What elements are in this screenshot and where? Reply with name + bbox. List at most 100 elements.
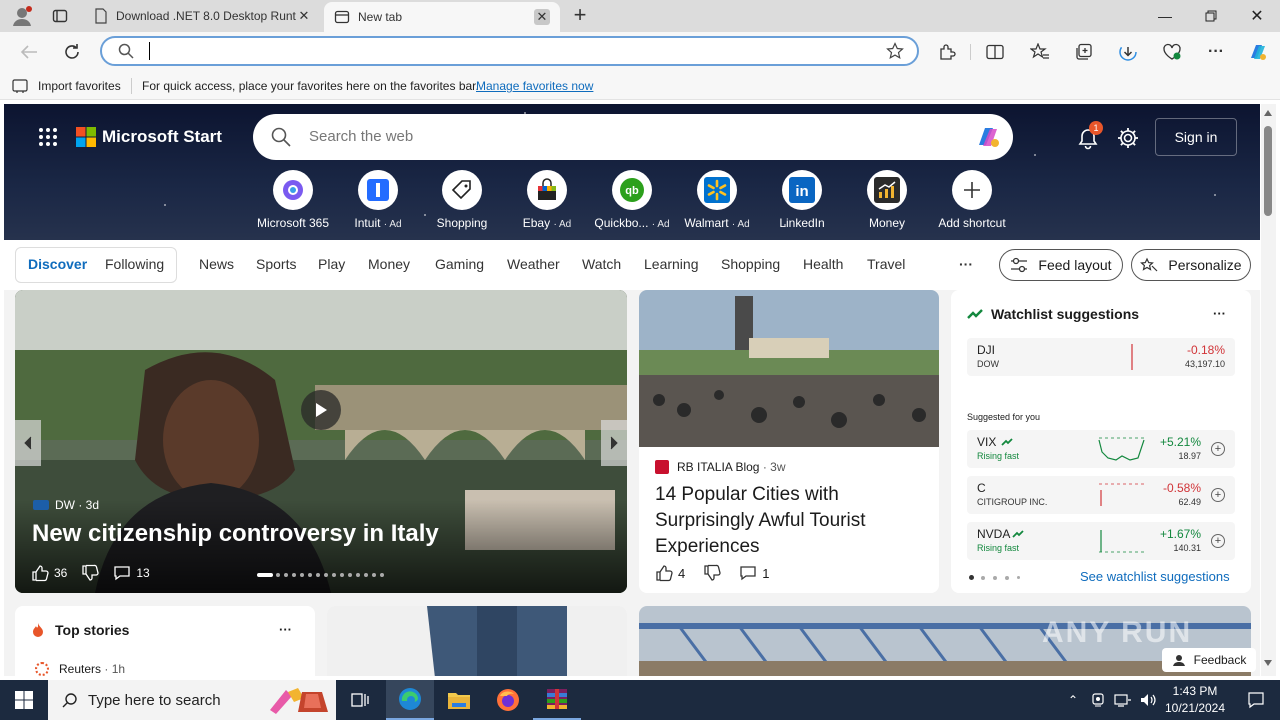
add-favorite-star-icon[interactable]	[886, 42, 904, 60]
shortcut-intuit[interactable]: Intuit · Ad	[336, 170, 420, 230]
tab-actions-icon[interactable]	[52, 8, 68, 24]
restore-icon[interactable]	[1188, 0, 1234, 32]
close-tab-icon[interactable]: ✕	[534, 9, 550, 25]
add-to-watchlist-icon[interactable]: +	[1211, 488, 1225, 502]
add-shortcut-button[interactable]: Add shortcut	[930, 170, 1014, 230]
story-card-image[interactable]	[327, 606, 627, 676]
shortcut-shopping[interactable]: Shopping	[420, 170, 504, 230]
carousel-next-button[interactable]	[601, 420, 627, 466]
manage-favorites-link[interactable]: Manage favorites now	[476, 79, 593, 93]
favorites-icon[interactable]	[1025, 37, 1055, 67]
firefox-icon[interactable]	[484, 680, 532, 720]
import-favorites-button[interactable]: Import favorites	[12, 78, 121, 94]
nav-news[interactable]: News	[199, 256, 234, 272]
shortcut-ebay[interactable]: Ebay · Ad	[505, 170, 589, 230]
notifications-bell-icon[interactable]: 1	[1076, 121, 1103, 150]
scroll-thumb[interactable]	[1264, 126, 1272, 216]
close-tab-icon[interactable]: ✕	[296, 8, 312, 24]
refresh-icon[interactable]	[57, 37, 87, 67]
carousel-prev-button[interactable]	[15, 420, 41, 466]
shortcut-linkedin[interactable]: in LinkedIn	[760, 170, 844, 230]
volume-icon[interactable]	[1140, 692, 1158, 708]
nav-travel[interactable]: Travel	[867, 256, 905, 272]
play-button-icon[interactable]	[301, 390, 341, 430]
feed-layout-button[interactable]: Feed layout	[999, 249, 1123, 281]
top-stories-more-icon[interactable]: ···	[279, 622, 292, 637]
new-tab-button[interactable]: +	[568, 3, 592, 27]
comment-icon[interactable]	[113, 564, 131, 582]
task-view-icon[interactable]	[336, 680, 384, 720]
start-button[interactable]	[0, 680, 48, 720]
notification-center-icon[interactable]	[1232, 680, 1280, 720]
watchlist-page-dots[interactable]	[969, 575, 1020, 580]
settings-more-icon[interactable]: ···	[1201, 37, 1231, 67]
feedback-button[interactable]: Feedback	[1162, 648, 1256, 672]
see-watchlist-link[interactable]: See watchlist suggestions	[1080, 569, 1230, 584]
nav-sports[interactable]: Sports	[256, 256, 296, 272]
nav-health[interactable]: Health	[803, 256, 843, 272]
extensions-icon[interactable]	[932, 37, 962, 67]
watchlist-row-nvda[interactable]: NVDA Rising fast +1.67% 140.31 +	[967, 522, 1235, 560]
hero-story-card[interactable]: DW · 3d New citizenship controversy in I…	[15, 290, 627, 593]
add-to-watchlist-icon[interactable]: +	[1211, 442, 1225, 456]
browser-essentials-icon[interactable]	[1157, 37, 1187, 67]
comment-icon[interactable]	[739, 564, 757, 582]
shortcut-walmart[interactable]: Walmart · Ad	[675, 170, 759, 230]
network-icon[interactable]	[1114, 692, 1132, 708]
downloads-icon[interactable]	[1113, 37, 1143, 67]
clock[interactable]: 1:43 PM 10/21/2024	[1158, 683, 1232, 717]
personalize-button[interactable]: Personalize	[1131, 249, 1251, 281]
watchlist-row-c[interactable]: C CITIGROUP INC. -0.58% 62.49 +	[967, 476, 1235, 514]
split-screen-icon[interactable]	[980, 37, 1010, 67]
copilot-icon[interactable]	[1243, 37, 1273, 67]
address-bar[interactable]	[100, 36, 919, 66]
minimize-icon[interactable]: —	[1142, 0, 1188, 32]
nav-learning[interactable]: Learning	[644, 256, 699, 272]
shortcut-money[interactable]: Money	[845, 170, 929, 230]
story-headline[interactable]: 14 Popular Cities with Surprisingly Awfu…	[655, 482, 925, 560]
like-icon[interactable]	[31, 564, 49, 582]
tab-new-tab[interactable]: New tab ✕	[324, 2, 560, 32]
sign-in-button[interactable]: Sign in	[1155, 118, 1237, 156]
settings-gear-icon[interactable]	[1116, 126, 1140, 150]
scroll-up-icon[interactable]	[1264, 110, 1272, 116]
taskbar-search-box[interactable]: Type here to search	[48, 680, 336, 720]
dislike-icon[interactable]	[81, 564, 100, 582]
nav-shopping[interactable]: Shopping	[721, 256, 780, 272]
tab-discover[interactable]: Discover	[28, 256, 87, 272]
app-launcher-icon[interactable]	[38, 127, 58, 147]
shortcut-microsoft-365[interactable]: Microsoft 365	[251, 170, 335, 230]
edge-taskbar-icon[interactable]	[386, 680, 434, 720]
tab-dotnet-download[interactable]: Download .NET 8.0 Desktop Runt ✕	[84, 0, 322, 32]
close-window-icon[interactable]: ✕	[1234, 0, 1280, 32]
nav-play[interactable]: Play	[318, 256, 345, 272]
like-icon[interactable]	[655, 564, 673, 582]
profile-icon[interactable]	[10, 5, 34, 27]
collections-icon[interactable]	[1069, 37, 1099, 67]
winrar-icon[interactable]	[533, 680, 581, 720]
copilot-icon[interactable]	[973, 123, 1003, 151]
web-search-box[interactable]: Search the web	[253, 114, 1013, 160]
hero-headline[interactable]: New citizenship controversy in Italy	[32, 520, 439, 548]
story-card[interactable]: RB ITALIA Blog · 3w 14 Popular Cities wi…	[639, 290, 939, 593]
watchlist-more-icon[interactable]: ···	[1213, 306, 1226, 321]
carousel-dots[interactable]	[257, 573, 384, 577]
scroll-down-icon[interactable]	[1264, 660, 1272, 666]
tray-overflow-icon[interactable]: ⌃	[1068, 693, 1078, 707]
file-explorer-icon[interactable]	[435, 680, 483, 720]
nav-more-icon[interactable]: ···	[959, 256, 973, 272]
nav-watch[interactable]: Watch	[582, 256, 621, 272]
dislike-icon[interactable]	[703, 564, 721, 582]
shortcut-quickbooks[interactable]: qb Quickbo... · Ad	[590, 170, 674, 230]
page-scrollbar[interactable]	[1261, 104, 1276, 676]
nav-gaming[interactable]: Gaming	[435, 256, 484, 272]
tab-following[interactable]: Following	[105, 256, 164, 272]
add-to-watchlist-icon[interactable]: +	[1211, 534, 1225, 548]
nav-weather[interactable]: Weather	[507, 256, 560, 272]
nav-money[interactable]: Money	[368, 256, 410, 272]
tray-app-icon[interactable]	[1090, 692, 1106, 708]
microsoft-start-logo[interactable]: Microsoft Start	[76, 127, 222, 147]
back-icon[interactable]	[14, 37, 44, 67]
watchlist-row-dji[interactable]: DJI DOW -0.18% 43,197.10	[967, 338, 1235, 376]
watchlist-row-vix[interactable]: VIX Rising fast +5.21% 18.97 +	[967, 430, 1235, 468]
